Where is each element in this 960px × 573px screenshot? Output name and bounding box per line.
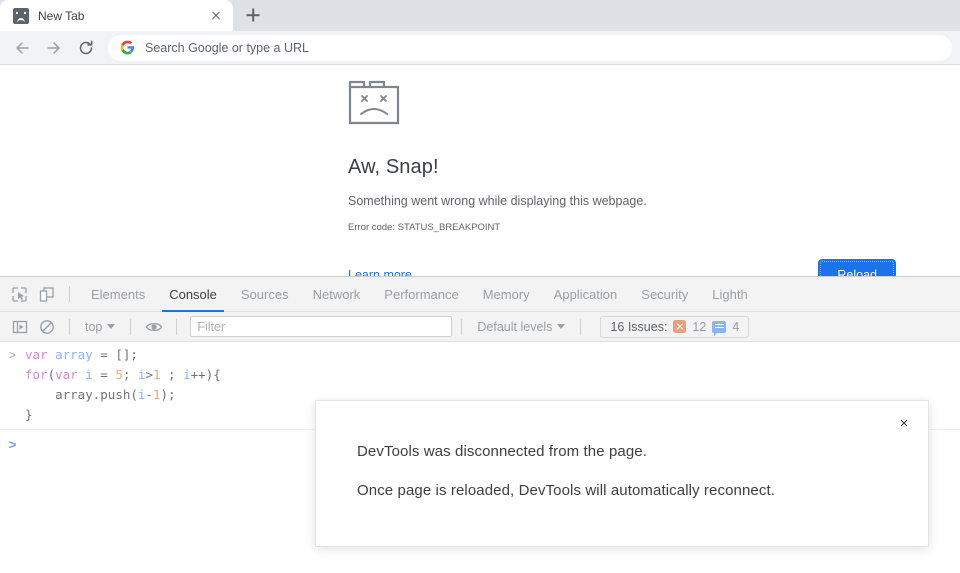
code-token: ; xyxy=(160,367,184,382)
context-selector[interactable]: top xyxy=(79,318,121,336)
error-container: Aw, Snap! Something went wrong while dis… xyxy=(348,79,896,291)
code-token: for xyxy=(25,367,48,382)
dialog-line-1: DevTools was disconnected from the page. xyxy=(357,443,647,460)
toolbar-divider xyxy=(69,286,70,302)
code-token: i xyxy=(85,367,101,382)
code-token: ++){ xyxy=(190,367,221,382)
tab-console[interactable]: Console xyxy=(157,277,229,312)
filter-input[interactable] xyxy=(190,316,453,337)
code-token: var xyxy=(55,367,86,382)
page-title: Aw, Snap! xyxy=(348,156,439,178)
tab-strip: New Tab xyxy=(0,0,960,31)
sad-tab-icon xyxy=(13,7,29,24)
forward-arrow-icon[interactable] xyxy=(40,34,68,62)
error-badge-icon xyxy=(673,320,687,333)
tab-elements[interactable]: Elements xyxy=(79,277,157,312)
issues-info-count: 4 xyxy=(732,319,740,334)
dialog-body: DevTools was disconnected from the page.… xyxy=(316,401,928,499)
sad-folder-icon xyxy=(348,80,400,125)
code-token: } xyxy=(25,407,33,422)
code-token: ; xyxy=(122,367,138,382)
address-bar-placeholder: Search Google or type a URL xyxy=(145,40,309,55)
code-token: - xyxy=(145,387,153,402)
back-arrow-icon[interactable] xyxy=(8,34,36,62)
log-levels-label: Default levels xyxy=(477,319,553,334)
filter-divider-5 xyxy=(580,318,582,335)
tab-security[interactable]: Security xyxy=(629,277,700,312)
tab-network[interactable]: Network xyxy=(301,277,373,312)
console-sidebar-icon[interactable] xyxy=(6,313,33,340)
issues-error-count: 12 xyxy=(692,319,707,334)
code-line: array.push(i-1); xyxy=(25,385,221,405)
chevron-down-icon xyxy=(557,324,566,329)
console-code: var array = []; for(var i = 5; i>1 ; i++)… xyxy=(25,345,221,425)
filter-divider-4 xyxy=(461,318,463,335)
dialog-line-2: Once page is reloaded, DevTools will aut… xyxy=(357,482,775,499)
log-levels-selector[interactable]: Default levels xyxy=(471,318,571,336)
inspect-element-icon[interactable] xyxy=(6,281,33,308)
dialog-close-icon[interactable]: × xyxy=(893,412,915,434)
browser-window: New Tab Search Google or type a URL Aw, … xyxy=(0,0,960,573)
tab-performance[interactable]: Performance xyxy=(372,277,470,312)
console-filter-bar: top Default levels 16 Issues: 12 xyxy=(0,312,960,342)
google-g-icon xyxy=(120,40,135,55)
code-token: = []; xyxy=(100,347,138,362)
code-line: } xyxy=(25,405,221,425)
devtools-tabbar: Elements Console Sources Network Perform… xyxy=(0,277,960,312)
close-icon[interactable] xyxy=(208,8,224,24)
issues-label: 16 Issues: xyxy=(610,319,668,334)
entry-prompt-icon: > xyxy=(8,348,16,362)
code-token: 5 xyxy=(115,367,123,382)
chevron-down-icon xyxy=(107,324,116,329)
error-subtitle: Something went wrong while displaying th… xyxy=(348,194,647,208)
console-prompt-icon: > xyxy=(8,437,17,452)
filter-divider-3 xyxy=(176,318,178,335)
code-token: > xyxy=(145,367,153,382)
error-code: Error code: STATUS_BREAKPOINT xyxy=(348,222,501,233)
code-token: i xyxy=(183,367,191,382)
address-bar[interactable]: Search Google or type a URL xyxy=(108,34,952,61)
tab-title: New Tab xyxy=(38,8,85,23)
device-toolbar-icon[interactable] xyxy=(33,281,60,308)
code-token: ); xyxy=(160,387,176,402)
code-line: for(var i = 5; i>1 ; i++){ xyxy=(25,365,221,385)
code-token: = xyxy=(100,367,116,382)
info-badge-icon xyxy=(712,320,727,336)
code-token: var xyxy=(25,347,56,362)
tab-application[interactable]: Application xyxy=(542,277,630,312)
clear-console-icon[interactable] xyxy=(33,313,60,340)
browser-tab[interactable]: New Tab xyxy=(0,0,233,31)
filter-divider-1 xyxy=(69,318,70,335)
filter-divider-2 xyxy=(130,318,132,335)
new-tab-icon[interactable] xyxy=(239,1,267,29)
code-token: array xyxy=(55,347,101,362)
reload-icon[interactable] xyxy=(72,34,100,62)
code-token: 1 xyxy=(153,367,161,382)
code-token: array.push( xyxy=(25,387,138,402)
browser-toolbar: Search Google or type a URL xyxy=(0,31,960,65)
tab-sources[interactable]: Sources xyxy=(229,277,301,312)
tab-lighthouse[interactable]: Lighth xyxy=(700,277,759,312)
disconnect-dialog: × DevTools was disconnected from the pag… xyxy=(315,400,929,547)
code-token: ( xyxy=(47,367,56,382)
code-line: var array = []; xyxy=(25,345,221,365)
live-expression-icon[interactable] xyxy=(140,313,167,340)
context-selector-label: top xyxy=(85,319,103,334)
tab-memory[interactable]: Memory xyxy=(471,277,542,312)
issues-button[interactable]: 16 Issues: 12 4 xyxy=(600,315,750,338)
page-viewport: Aw, Snap! Something went wrong while dis… xyxy=(0,65,960,291)
